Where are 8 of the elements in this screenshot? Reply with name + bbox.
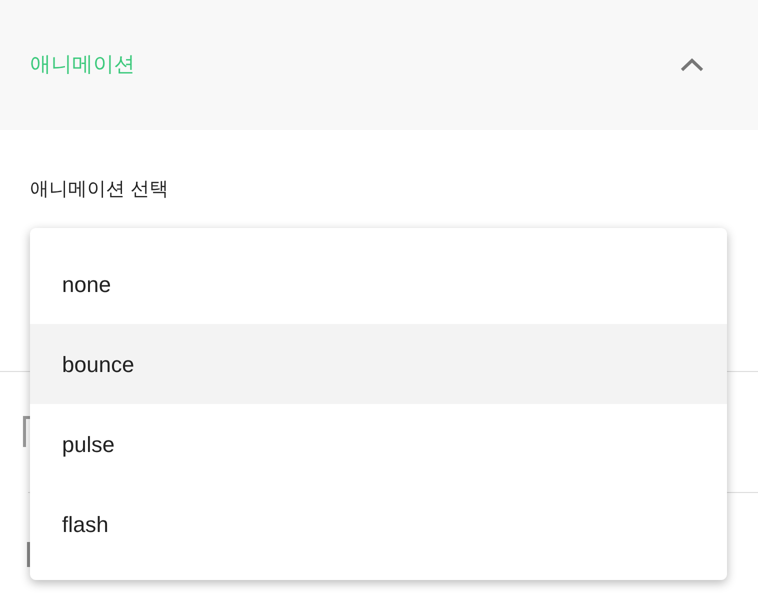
dropdown-option[interactable]: flash xyxy=(30,484,727,564)
dropdown-option[interactable]: none xyxy=(30,244,727,324)
partial-icon xyxy=(23,416,30,447)
partial-icon xyxy=(27,542,30,567)
dropdown-option[interactable]: bounce xyxy=(30,324,727,404)
chevron-up-icon xyxy=(680,58,704,72)
field-label: 애니메이션 선택 xyxy=(30,178,168,202)
dropdown-option[interactable]: pulse xyxy=(30,404,727,484)
